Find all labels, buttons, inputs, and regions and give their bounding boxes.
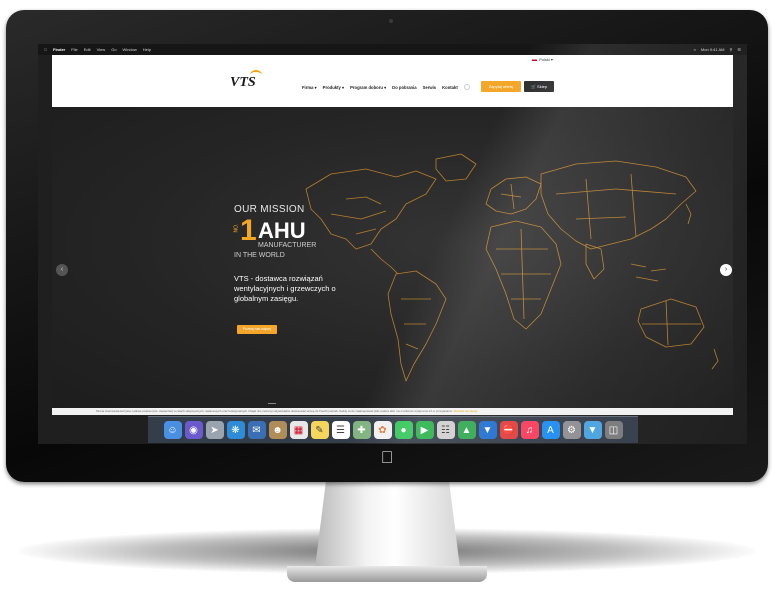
- news-icon[interactable]: ⛔: [499, 421, 518, 439]
- messages-icon[interactable]: ●: [394, 421, 413, 439]
- language-label: Polski: [539, 57, 550, 62]
- hero-banner: OUR MISSION NO. 1 AHU MANUFACTURER IN TH…: [52, 107, 733, 408]
- search-icon[interactable]: [463, 84, 470, 90]
- menu-edit[interactable]: Edit: [84, 44, 91, 55]
- reminders-icon[interactable]: ☰: [331, 421, 350, 439]
- main-nav: Firma ▾ Produkty ▾ Program doboru ▾ Do p…: [302, 84, 470, 90]
- nav-program-doboru[interactable]: Program doboru ▾: [350, 85, 386, 90]
- apple-menu-icon[interactable]: : [44, 44, 47, 55]
- launchpad-icon[interactable]: ➤: [205, 421, 224, 439]
- slider-prev-icon[interactable]: ‹: [56, 264, 68, 276]
- nav-do-pobrania[interactable]: Do pobrania: [392, 85, 416, 90]
- monitor-foot: [287, 566, 487, 582]
- menu-view[interactable]: View: [97, 44, 106, 55]
- downloads-folder-icon[interactable]: ▼: [583, 421, 602, 439]
- cookie-bar: Strona internetowa korzysta z plików coo…: [52, 408, 733, 415]
- menu-go[interactable]: Go: [111, 44, 116, 55]
- apple-logo-icon: : [379, 449, 395, 467]
- trash-icon[interactable]: ◫: [604, 421, 623, 439]
- nav-produkty[interactable]: Produkty ▾: [323, 85, 344, 90]
- hero-tagline: VTS - dostawca rozwiązań wentylacyjnych …: [234, 274, 336, 303]
- system-preferences-icon[interactable]: ⚙: [562, 421, 581, 439]
- slide-indicator[interactable]: [268, 403, 276, 404]
- finder-icon[interactable]: ☺: [163, 421, 182, 439]
- menubar-clock[interactable]: Mon 9:41 AM: [701, 44, 725, 55]
- polish-flag-icon: [532, 58, 537, 62]
- spotlight-icon[interactable]: ⚲: [729, 44, 732, 55]
- photos-icon[interactable]: ✿: [373, 421, 392, 439]
- no-label: NO.: [233, 223, 240, 233]
- mac-menubar:  Finder File Edit View Go Window Help ≈…: [38, 44, 747, 55]
- notes-icon[interactable]: ✎: [310, 421, 329, 439]
- facetime-icon[interactable]: ▶: [415, 421, 434, 439]
- cookie-more-link[interactable]: Dowiedz się więcej: [454, 409, 478, 413]
- world-map: [305, 153, 719, 382]
- quote-button[interactable]: Zapytaj ofertę: [481, 81, 521, 92]
- site-header: Polski ▾ VTS Firma ▾ Produkty ▾ Program …: [52, 55, 733, 107]
- wifi-icon[interactable]: ≈: [694, 44, 696, 55]
- keynote-icon[interactable]: ▼: [478, 421, 497, 439]
- monitor-stand: [315, 476, 460, 568]
- language-selector[interactable]: Polski ▾: [532, 57, 553, 62]
- logo-arc: [250, 70, 262, 80]
- cookie-text: Strona internetowa korzysta z plików coo…: [96, 409, 453, 413]
- siri-icon[interactable]: ◉: [184, 421, 203, 439]
- shop-button[interactable]: 🛒 Sklep: [524, 81, 554, 92]
- contacts-icon[interactable]: ☻: [268, 421, 287, 439]
- nav-firma[interactable]: Firma ▾: [302, 85, 317, 90]
- numbers-icon[interactable]: ▲: [457, 421, 476, 439]
- manufacturer-label: MANUFACTURER: [258, 242, 317, 249]
- music-icon[interactable]: ♫: [520, 421, 539, 439]
- pages-icon[interactable]: ☷: [436, 421, 455, 439]
- menu-window[interactable]: Window: [123, 44, 137, 55]
- learn-more-button[interactable]: Poznaj nas więcej: [237, 325, 277, 334]
- mail-icon[interactable]: ✉: [247, 421, 266, 439]
- number-one: 1: [240, 214, 257, 247]
- menu-file[interactable]: File: [71, 44, 77, 55]
- slider-next-icon[interactable]: ›: [720, 264, 732, 276]
- screen:  Finder File Edit View Go Window Help ≈…: [38, 44, 747, 444]
- nav-serwis[interactable]: Serwis: [423, 85, 437, 90]
- world-label: IN THE WORLD: [234, 252, 285, 259]
- ahu-label: AHU: [258, 218, 306, 243]
- safari-icon[interactable]: ❋: [226, 421, 245, 439]
- calendar-icon[interactable]: ▦: [289, 421, 308, 439]
- menu-help[interactable]: Help: [143, 44, 151, 55]
- nav-kontakt[interactable]: Kontakt: [442, 85, 458, 90]
- mac-dock: ☺ ◉ ➤ ❋ ✉ ☻ ▦ ✎ ☰ ✚ ✿ ● ▶ ☷ ▲ ▼ ⛔ ♫ A ⚙ …: [148, 416, 638, 443]
- camera-icon: [389, 19, 393, 23]
- menubar-app-name[interactable]: Finder: [53, 44, 65, 55]
- maps-icon[interactable]: ✚: [352, 421, 371, 439]
- app-store-icon[interactable]: A: [541, 421, 560, 439]
- notification-icon[interactable]: ☰: [737, 44, 741, 55]
